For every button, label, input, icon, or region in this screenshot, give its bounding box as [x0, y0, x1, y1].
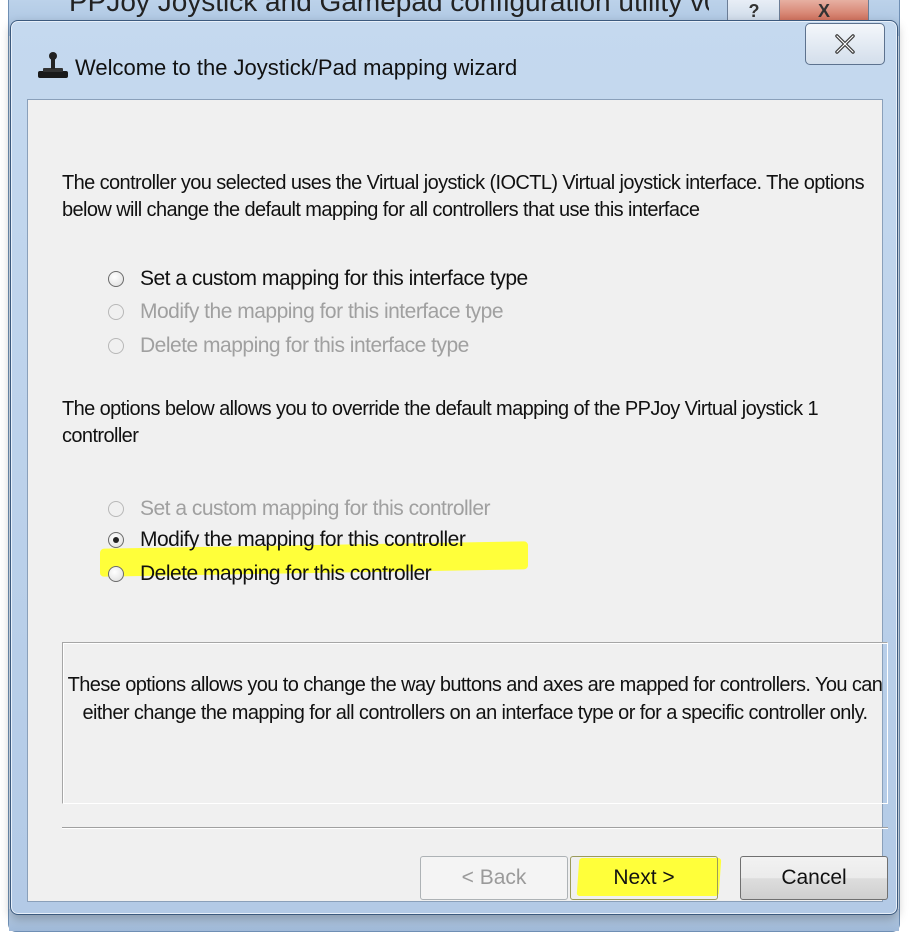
- dialog-client-area: The controller you selected uses the Vir…: [27, 99, 888, 902]
- back-button[interactable]: < Back: [420, 856, 568, 900]
- radio-button[interactable]: [108, 338, 124, 354]
- radio-controller-modify[interactable]: Modify the mapping for this controller: [108, 525, 466, 555]
- next-button[interactable]: Next >: [570, 856, 718, 900]
- separator: [62, 827, 888, 829]
- cancel-button[interactable]: Cancel: [740, 856, 888, 900]
- radio-button[interactable]: [108, 304, 124, 320]
- radio-button[interactable]: [108, 271, 124, 287]
- close-icon: [835, 34, 855, 54]
- close-button[interactable]: [805, 23, 885, 65]
- title-bar[interactable]: Welcome to the Joystick/Pad mapping wiza…: [11, 21, 897, 99]
- controller-text: The options below allows you to override…: [62, 398, 819, 447]
- radio-label: Modify the mapping for this controller: [140, 528, 466, 551]
- radio-label: Delete mapping for this controller: [140, 562, 432, 585]
- radio-button[interactable]: [108, 566, 124, 582]
- info-text: These options allows you to change the w…: [67, 674, 883, 724]
- radio-label: Set a custom mapping for this controller: [140, 497, 491, 520]
- radio-interface-custom[interactable]: Set a custom mapping for this interface …: [108, 264, 528, 294]
- radio-button[interactable]: [108, 501, 124, 517]
- background-window-title: PPJoy Joystick and Gamepad configuration…: [69, 0, 709, 17]
- radio-controller-custom[interactable]: Set a custom mapping for this controller: [108, 494, 491, 524]
- radio-label: Modify the mapping for this interface ty…: [140, 300, 504, 323]
- radio-controller-delete[interactable]: Delete mapping for this controller: [108, 559, 432, 589]
- mapping-wizard-dialog: Welcome to the Joystick/Pad mapping wiza…: [10, 20, 898, 915]
- radio-interface-modify[interactable]: Modify the mapping for this interface ty…: [108, 297, 504, 327]
- radio-label: Delete mapping for this interface type: [140, 334, 469, 357]
- joystick-icon: [35, 51, 71, 81]
- dialog-title: Welcome to the Joystick/Pad mapping wiza…: [75, 55, 518, 80]
- intro-text: The controller you selected uses the Vir…: [62, 172, 865, 221]
- radio-label: Set a custom mapping for this interface …: [140, 267, 528, 290]
- info-box: These options allows you to change the w…: [62, 642, 888, 804]
- radio-button-selected[interactable]: [108, 532, 124, 548]
- radio-interface-delete[interactable]: Delete mapping for this interface type: [108, 331, 469, 361]
